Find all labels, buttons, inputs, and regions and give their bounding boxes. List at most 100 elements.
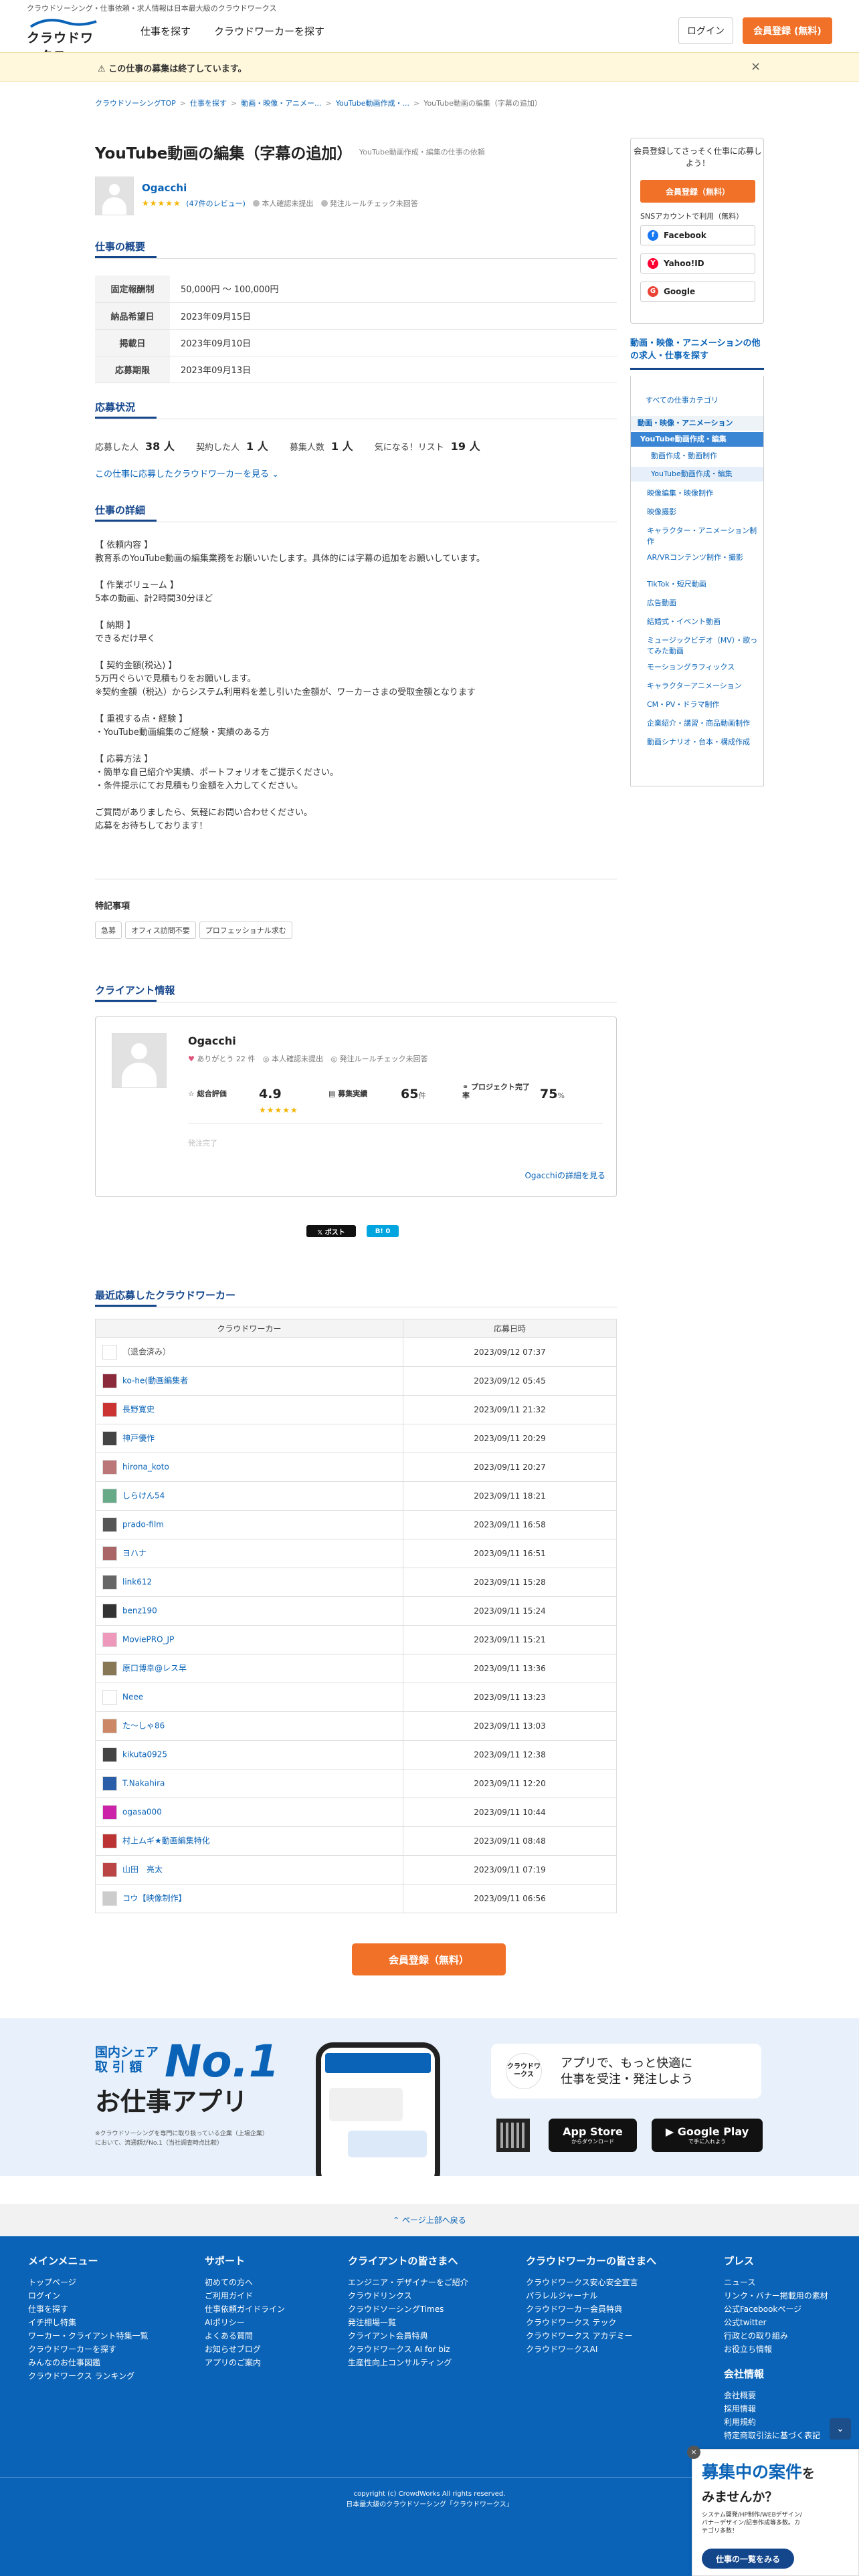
footer-link[interactable]: 特定商取引法に基づく表記 (724, 2429, 828, 2442)
worker-name[interactable]: しらけん54 (122, 1491, 165, 1501)
worker-name[interactable]: ogasa000 (122, 1808, 162, 1817)
footer-link[interactable]: クラウドワークス ランキング (28, 2369, 149, 2383)
worker-name[interactable]: た～しゃ86 (122, 1721, 165, 1731)
category-item[interactable]: モーショングラフィックス (647, 662, 761, 673)
job-subcategory[interactable]: YouTube動画作成・編集の仕事の依頼 (359, 146, 485, 157)
x-post-button[interactable]: 𝕏 ポスト (306, 1225, 356, 1237)
footer-link[interactable]: クラウドワークス アカデミー (526, 2329, 656, 2343)
category-item[interactable]: 企業紹介・講習・商品動画制作 (647, 718, 761, 729)
category-item[interactable]: 映像編集・映像制作 (647, 488, 761, 499)
footer-link[interactable]: みんなのお仕事図鑑 (28, 2356, 149, 2369)
worker-name[interactable]: MoviePRO_JP (122, 1635, 174, 1644)
cta-register-button[interactable]: 会員登録（無料） (352, 1943, 506, 1975)
view-applicants-link[interactable]: この仕事に応募したクラウドワーカーを見る ⌄ (95, 467, 279, 479)
worker-name[interactable]: T.Nakahira (122, 1779, 165, 1788)
back-to-top-link[interactable]: ⌃ ページ上部へ戻る (0, 2204, 859, 2236)
footer-link[interactable]: ワーカー・クライアント特集一覧 (28, 2329, 149, 2343)
worker-avatar[interactable] (102, 1402, 117, 1417)
worker-avatar[interactable] (102, 1604, 117, 1618)
category-item[interactable]: ミュージックビデオ（MV）・歌ってみた動画 (647, 635, 761, 657)
worker-avatar[interactable] (102, 1891, 117, 1906)
register-button[interactable]: 会員登録 (無料) (743, 17, 832, 44)
footer-link[interactable]: ニュース (724, 2276, 828, 2289)
footer-link[interactable]: よくある質問 (205, 2329, 285, 2343)
sidebar-register-button[interactable]: 会員登録（無料） (640, 180, 755, 203)
worker-avatar[interactable] (102, 1517, 117, 1532)
breadcrumb-item[interactable]: YouTube動画作成・... (336, 99, 409, 108)
worker-name[interactable]: hirona_koto (122, 1463, 169, 1472)
footer-link[interactable]: 初めての方へ (205, 2276, 285, 2289)
worker-name[interactable]: 村上ムギ★動画編集特化 (122, 1836, 210, 1846)
footer-link[interactable]: クライアント会員特典 (348, 2329, 468, 2343)
footer-link[interactable]: ログイン (28, 2289, 149, 2302)
facebook-login-button[interactable]: f Facebook (640, 225, 755, 245)
worker-name[interactable]: ko-he(動画編集者 (122, 1376, 188, 1386)
job-list-banner[interactable]: × 募集中の案件を みませんか？ システム開発/HP制作/WEBデザイン/バナー… (687, 2446, 859, 2576)
category-item[interactable]: キャラクター・アニメーション制作 (647, 526, 761, 547)
footer-link[interactable]: 会社概要 (724, 2389, 828, 2402)
google-login-button[interactable]: G Google (640, 282, 755, 302)
nav-find-jobs[interactable]: 仕事を探す (140, 24, 191, 38)
footer-link[interactable]: 行政との取り組み (724, 2329, 828, 2343)
footer-link[interactable]: 仕事を探す (28, 2302, 149, 2316)
category-parent[interactable]: 動画・映像・アニメーション (631, 416, 763, 431)
footer-link[interactable]: トップページ (28, 2276, 149, 2289)
close-icon[interactable]: × (751, 60, 761, 74)
google-play-badge[interactable]: ▶ Google Play で手に入れよう (652, 2119, 763, 2152)
category-item[interactable]: 結婚式・イベント動画 (647, 617, 761, 627)
category-selected[interactable]: YouTube動画作成・編集 (631, 432, 763, 447)
worker-avatar[interactable] (102, 1719, 117, 1733)
footer-link[interactable]: 利用規約 (724, 2416, 828, 2429)
worker-name[interactable]: Neee (122, 1693, 143, 1702)
all-categories-link[interactable]: すべての仕事カテゴリ (646, 395, 719, 405)
worker-avatar[interactable] (102, 1575, 117, 1590)
worker-avatar[interactable] (102, 1374, 117, 1388)
breadcrumb-item[interactable]: クラウドソーシングTOP (95, 99, 176, 108)
footer-link[interactable]: クラウドワーカーを探す (28, 2343, 149, 2356)
worker-name[interactable]: kikuta0925 (122, 1750, 167, 1759)
worker-avatar[interactable] (102, 1431, 117, 1446)
worker-name[interactable]: 神戸優作 (122, 1434, 155, 1443)
footer-link[interactable]: アプリのご案内 (205, 2356, 285, 2369)
worker-avatar[interactable] (102, 1747, 117, 1762)
worker-name[interactable]: コウ【映像制作】 (122, 1894, 187, 1903)
client-detail-link[interactable]: Ogacchiの詳細を見る (524, 1170, 605, 1181)
footer-link[interactable]: クラウドワークスAI (526, 2343, 656, 2356)
footer-link[interactable]: 採用情報 (724, 2402, 828, 2416)
client-avatar[interactable] (112, 1033, 167, 1088)
category-item[interactable]: 広告動画 (647, 598, 761, 609)
worker-name[interactable]: ヨハナ (122, 1549, 147, 1558)
footer-link[interactable]: ご利用ガイド (205, 2289, 285, 2302)
footer-link[interactable]: お知らせブログ (205, 2343, 285, 2356)
chevron-down-icon[interactable]: ⌄ (830, 2418, 851, 2440)
category-item[interactable]: AR/VRコンテンツ制作・撮影 (647, 552, 761, 563)
worker-avatar[interactable] (102, 1345, 117, 1360)
close-icon[interactable]: × (687, 2446, 700, 2459)
app-store-badge[interactable]: App Store からダウンロード (549, 2119, 637, 2152)
footer-link[interactable]: リンク・バナー掲載用の素材 (724, 2289, 828, 2302)
category-item[interactable]: TikTok・短尺動画 (647, 579, 761, 590)
category-item[interactable]: 映像撮影 (647, 507, 761, 518)
worker-name[interactable]: benz190 (122, 1606, 157, 1616)
nav-find-workers[interactable]: クラウドワーカーを探す (214, 24, 324, 38)
footer-link[interactable]: エンジニア・デザイナーをご紹介 (348, 2276, 468, 2289)
worker-name[interactable]: prado-film (122, 1520, 164, 1529)
worker-name[interactable]: 原口博幸@レス早 (122, 1664, 187, 1673)
hatena-bookmark-button[interactable]: B! 0 (367, 1225, 399, 1237)
footer-link[interactable]: 公式twitter (724, 2316, 828, 2329)
category-item[interactable]: CM・PV・ドラマ制作 (647, 700, 761, 710)
footer-link[interactable]: クラウドワークス安心安全宣言 (526, 2276, 656, 2289)
worker-name[interactable]: 長野寛史 (122, 1405, 155, 1414)
breadcrumb-item[interactable]: 仕事を探す (190, 99, 227, 108)
footer-link[interactable]: 公式Facebookページ (724, 2302, 828, 2316)
category-sub-item[interactable]: 動画作成・動画制作 (631, 451, 763, 461)
yahoo-login-button[interactable]: Y Yahoo!ID (640, 253, 755, 274)
worker-avatar[interactable] (102, 1632, 117, 1647)
footer-link[interactable]: クラウドソーシングTimes (348, 2302, 468, 2316)
client-name[interactable]: Ogacchi (188, 1035, 236, 1047)
worker-avatar[interactable] (102, 1460, 117, 1475)
footer-link[interactable]: クラウドワークス テック (526, 2316, 656, 2329)
worker-avatar[interactable] (102, 1489, 117, 1503)
worker-avatar[interactable] (102, 1862, 117, 1877)
worker-avatar[interactable] (102, 1661, 117, 1676)
